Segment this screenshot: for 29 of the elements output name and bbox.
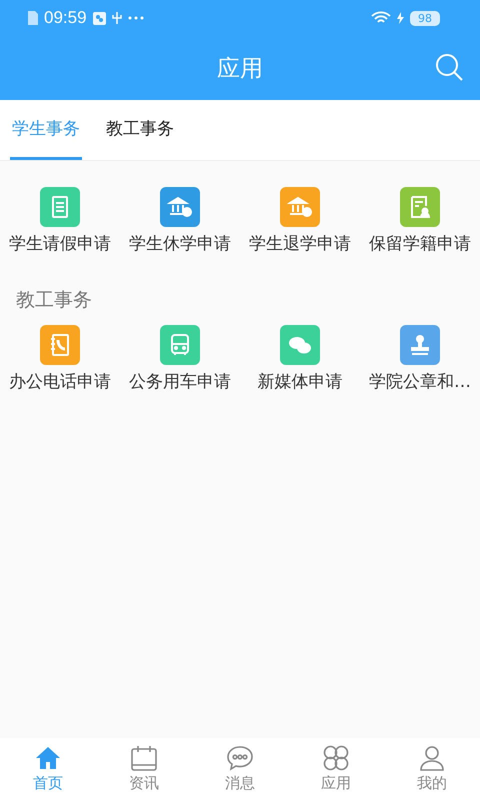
nav-tab[interactable]: 资讯	[96, 738, 192, 800]
more-icon	[128, 16, 144, 20]
charging-icon	[397, 12, 404, 24]
apps-icon	[322, 744, 350, 772]
search-icon[interactable]	[434, 52, 464, 82]
page-title: 应用	[217, 54, 263, 84]
app-item[interactable]: 保留学籍申请	[360, 187, 480, 255]
app-item[interactable]: 学院公章和…	[360, 325, 480, 393]
person-icon	[418, 744, 446, 772]
app-item[interactable]: 学生请假申请	[0, 187, 120, 255]
app-item[interactable]: 办公电话申请	[0, 325, 120, 393]
wifi-icon	[371, 11, 391, 25]
sim-card-icon	[28, 11, 38, 25]
nav-tab[interactable]: 我的	[384, 738, 480, 800]
notification-icon	[92, 12, 106, 24]
section-heading: 教工事务	[15, 288, 93, 313]
nav-tab[interactable]: 消息	[192, 738, 288, 800]
usb-icon	[112, 11, 122, 25]
tab[interactable]: 教工事务	[104, 100, 176, 160]
app-item[interactable]: 学生休学申请	[120, 187, 240, 255]
app-item[interactable]: 学生退学申请	[240, 187, 360, 255]
app-item[interactable]: 新媒体申请	[240, 325, 360, 393]
battery-level: 98	[410, 10, 440, 26]
nav-tab[interactable]: 应用	[288, 738, 384, 800]
message-icon	[226, 744, 254, 772]
calendar-icon	[130, 744, 158, 772]
status-time: 09:59	[44, 8, 87, 28]
app-item[interactable]: 公务用车申请	[120, 325, 240, 393]
home-icon	[34, 744, 62, 772]
